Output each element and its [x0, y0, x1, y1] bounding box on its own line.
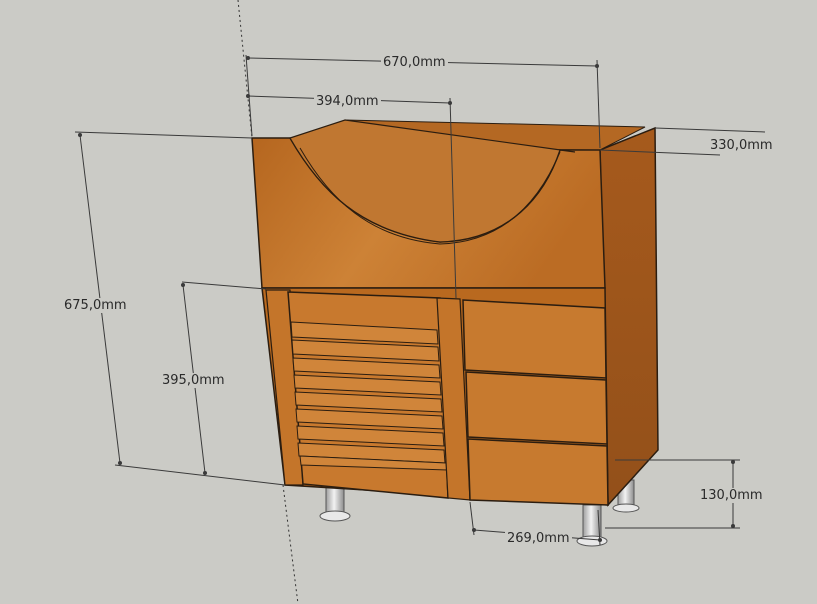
louvered-door [287, 291, 449, 499]
dimension-depth[interactable]: 330,0mm [708, 138, 775, 153]
drawer-top [462, 299, 607, 379]
sketchup-canvas: 670,0mm 394,0mm 330,0mm 675,0mm 395,0mm … [0, 0, 817, 604]
drawers [462, 299, 609, 506]
drawer-bottom [467, 438, 609, 506]
right-side-panel [599, 126, 659, 507]
dimension-drawer-width[interactable]: 269,0mm [505, 531, 572, 546]
dimension-leg-height[interactable]: 130,0mm [698, 488, 765, 503]
blue-axis-line [282, 484, 299, 604]
dimension-door-width[interactable]: 394,0mm [314, 94, 381, 109]
dimension-total-width[interactable]: 670,0mm [381, 55, 448, 70]
drawer-middle [465, 371, 608, 445]
dimension-door-height[interactable]: 395,0mm [160, 373, 227, 388]
green-axis-line [237, 0, 253, 139]
dimension-total-height[interactable]: 675,0mm [62, 298, 129, 313]
leg-front-left [319, 485, 351, 522]
